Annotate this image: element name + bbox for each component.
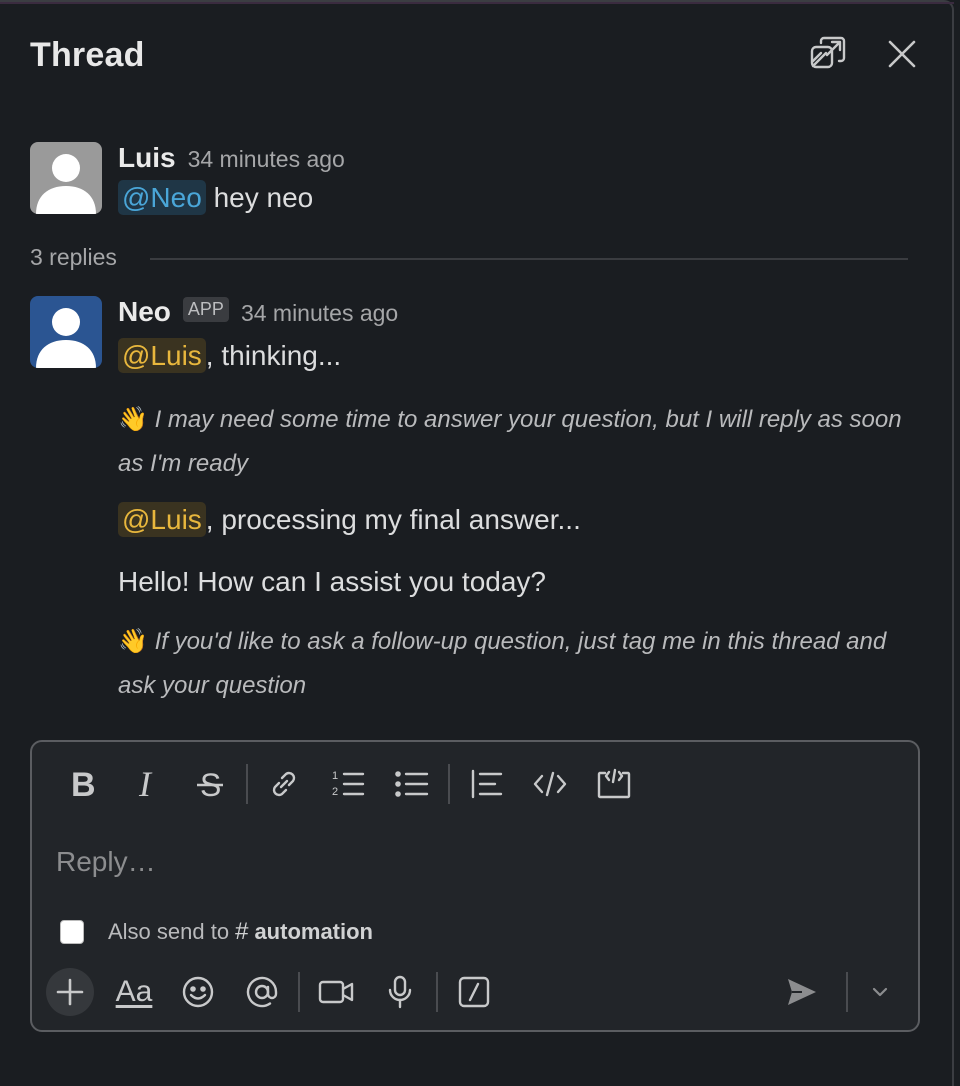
send-icon <box>786 977 818 1007</box>
also-send-checkbox[interactable] <box>60 920 84 944</box>
message-body: Luis 34 minutes ago @Neo hey neo <box>118 142 912 220</box>
svg-text:2: 2 <box>332 786 338 798</box>
reply-count: 3 replies <box>30 244 117 270</box>
microphone-icon <box>385 975 415 1009</box>
reply-message: Neo APP 34 minutes ago @Luis, thinking..… <box>30 296 912 716</box>
reply-text: , processing my final answer... <box>205 504 581 535</box>
author-name[interactable]: Luis <box>118 142 176 174</box>
timestamp[interactable]: 34 minutes ago <box>188 146 345 173</box>
reply-text: I may need some time to answer your ques… <box>118 406 902 477</box>
message-header: Neo APP 34 minutes ago <box>118 296 912 330</box>
message-text: @Neo hey neo <box>118 176 912 220</box>
blockquote-button[interactable] <box>454 760 518 808</box>
mention-icon <box>245 975 279 1009</box>
reply-input[interactable] <box>56 838 896 886</box>
italic-icon: I <box>131 768 161 800</box>
mention-button[interactable] <box>230 968 294 1016</box>
video-clip-button[interactable] <box>304 968 368 1016</box>
avatar[interactable] <box>30 142 102 214</box>
bullet-list-icon <box>395 767 429 801</box>
reply-line-2: 👋 I may need some time to answer your qu… <box>118 398 912 486</box>
wave-emoji-icon: 👋 <box>118 406 148 433</box>
audio-clip-button[interactable] <box>368 968 432 1016</box>
strikethrough-button[interactable]: S <box>178 760 242 808</box>
also-send-row: Also send to # automation <box>60 914 373 950</box>
user-mention[interactable]: @Neo <box>118 180 206 215</box>
timestamp[interactable]: 34 minutes ago <box>241 300 398 327</box>
chevron-down-icon <box>871 986 889 998</box>
video-icon <box>318 977 354 1007</box>
toolbar-divider <box>298 972 300 1012</box>
app-badge: APP <box>182 297 229 322</box>
reply-text: If you'd like to ask a follow-up questio… <box>118 628 887 699</box>
reply-line-4: Hello! How can I assist you today? <box>118 566 546 597</box>
svg-text:I: I <box>138 768 153 800</box>
user-mention[interactable]: @Luis <box>118 502 206 537</box>
italic-button[interactable]: I <box>114 760 178 808</box>
send-button[interactable] <box>770 968 834 1016</box>
reply-text: , thinking... <box>205 340 342 371</box>
emoji-icon <box>181 975 215 1009</box>
send-area <box>770 966 900 1018</box>
strikethrough-icon: S <box>195 768 225 800</box>
toolbar-divider <box>436 972 438 1012</box>
emoji-button[interactable] <box>166 968 230 1016</box>
code-block-button[interactable] <box>582 760 646 808</box>
composer-actions: Aa <box>46 966 506 1018</box>
close-icon <box>886 38 918 70</box>
toolbar-divider <box>448 764 450 804</box>
format-icon: Aa <box>115 975 153 1008</box>
blockquote-icon <box>469 767 503 801</box>
channel-name: automation <box>254 919 373 944</box>
top-border <box>0 2 954 4</box>
author-name[interactable]: Neo <box>118 296 171 328</box>
root-message: Luis 34 minutes ago @Neo hey neo <box>30 142 912 222</box>
thread-panel: Thread Luis 34 minutes ago @Neo hey neo … <box>0 0 954 1086</box>
divider <box>150 258 908 260</box>
popout-icon <box>809 35 847 73</box>
reply-line-5: 👋 If you'd like to ask a follow-up quest… <box>118 620 912 708</box>
toolbar-divider <box>846 972 848 1012</box>
replies-divider: 3 replies <box>30 242 908 276</box>
ordered-list-icon: 12 <box>331 767 365 801</box>
bot-avatar-icon <box>36 308 96 368</box>
wave-emoji-icon: 👋 <box>118 628 148 655</box>
shortcuts-button[interactable] <box>442 968 506 1016</box>
reply-line-3: @Luis, processing my final answer... <box>118 498 912 542</box>
message-content: hey neo <box>205 182 314 213</box>
attach-button[interactable] <box>46 968 94 1016</box>
user-mention[interactable]: @Luis <box>118 338 206 373</box>
code-button[interactable] <box>518 760 582 808</box>
send-options-button[interactable] <box>860 968 900 1016</box>
message-body: Neo APP 34 minutes ago @Luis, thinking..… <box>118 296 912 708</box>
ordered-list-button[interactable]: 12 <box>316 760 380 808</box>
link-icon <box>267 767 301 801</box>
user-avatar-icon <box>36 154 96 214</box>
link-button[interactable] <box>252 760 316 808</box>
page-title: Thread <box>30 36 145 74</box>
format-toggle-button[interactable]: Aa <box>102 968 166 1016</box>
plus-icon <box>56 978 84 1006</box>
reply-composer: B I S 12 Reply… Also send to # automatio… <box>30 740 920 1032</box>
bold-icon: B <box>67 768 97 800</box>
shortcut-icon <box>457 975 491 1009</box>
bold-button[interactable]: B <box>50 760 114 808</box>
popout-button[interactable] <box>806 32 850 76</box>
close-button[interactable] <box>880 32 924 76</box>
avatar[interactable] <box>30 296 102 368</box>
channel-hash-icon: # <box>235 918 249 945</box>
code-icon <box>532 767 568 801</box>
format-toolbar: B I S 12 <box>50 760 646 808</box>
thread-header: Thread <box>30 32 922 76</box>
svg-text:1: 1 <box>332 770 338 782</box>
toolbar-divider <box>246 764 248 804</box>
svg-text:B: B <box>71 768 96 800</box>
bullet-list-button[interactable] <box>380 760 444 808</box>
reply-line-1: @Luis, thinking... <box>118 334 912 378</box>
message-header: Luis 34 minutes ago <box>118 142 912 176</box>
also-send-label: Also send to <box>108 919 230 944</box>
code-block-icon <box>596 767 632 801</box>
